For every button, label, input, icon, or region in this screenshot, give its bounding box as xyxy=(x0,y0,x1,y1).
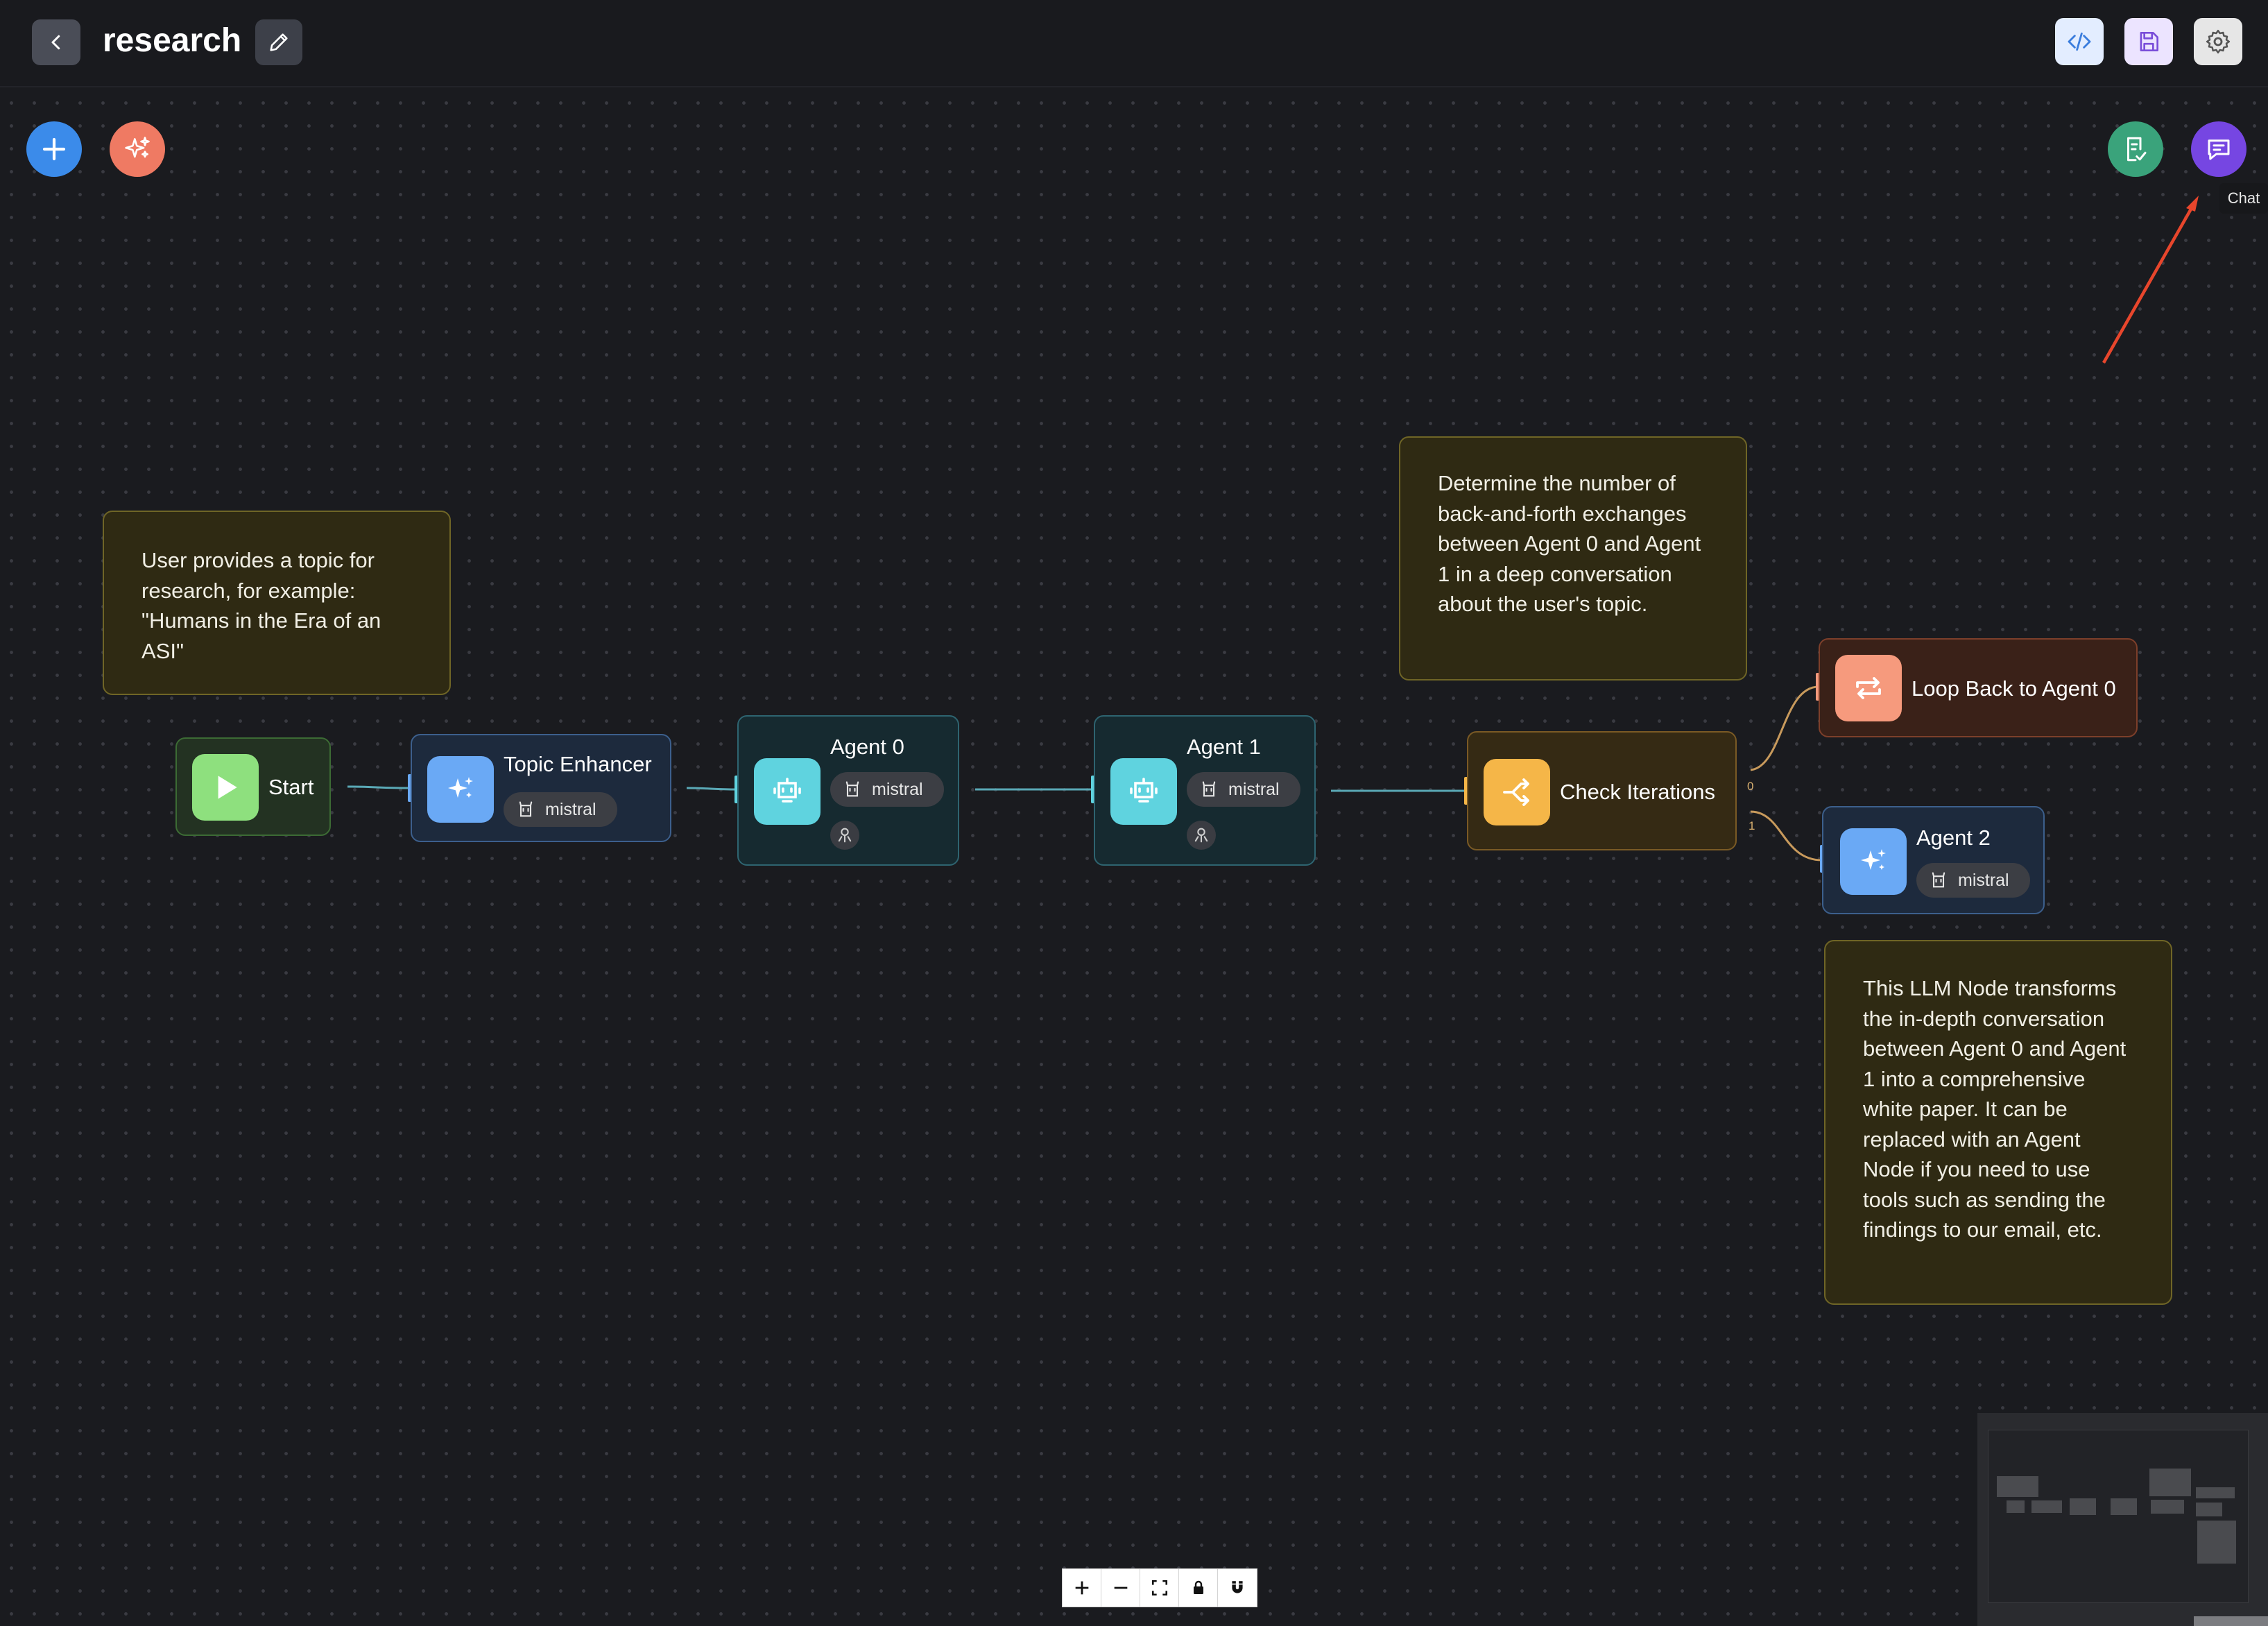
model-pill: mistral xyxy=(1916,863,2030,898)
agent-node-icon xyxy=(1110,758,1177,825)
node-check-iterations[interactable]: Check Iterations xyxy=(1467,731,1737,850)
minimap-node xyxy=(1997,1476,2038,1497)
minimap-node xyxy=(2111,1498,2137,1515)
node-start[interactable]: Start xyxy=(175,737,331,836)
node-title: Agent 2 xyxy=(1916,825,1991,850)
minimap-node xyxy=(2007,1500,2025,1513)
node-title: Agent 0 xyxy=(830,735,904,759)
loop-node-icon xyxy=(1835,655,1902,721)
play-icon xyxy=(218,776,237,799)
robot-icon xyxy=(516,800,535,819)
node-title: Agent 1 xyxy=(1187,735,1261,759)
note-text: User provides a topic for research, for … xyxy=(141,548,381,663)
note-iterations[interactable]: Determine the number of back-and-forth e… xyxy=(1399,436,1747,681)
condition-node-icon xyxy=(1484,759,1550,825)
zoom-controls xyxy=(1062,1568,1257,1607)
node-agent0[interactable]: Agent 0 mistral xyxy=(737,715,959,866)
branch-label-0: 0 xyxy=(1747,780,1754,793)
fit-view-icon xyxy=(1151,1580,1167,1596)
minimap-scroll-indicator xyxy=(2194,1616,2268,1626)
node-agent2[interactable]: Agent 2 mistral xyxy=(1822,806,2045,914)
model-name: mistral xyxy=(545,799,596,819)
robot-icon xyxy=(843,780,862,799)
model-name: mistral xyxy=(1958,870,2009,890)
model-name: mistral xyxy=(1228,779,1280,799)
llm-node-icon xyxy=(1840,828,1907,895)
plus-icon xyxy=(1075,1581,1088,1595)
note-text: This LLM Node transforms the in-depth co… xyxy=(1863,976,2127,1242)
minimap-node xyxy=(2151,1500,2184,1514)
minimap-node xyxy=(2196,1487,2235,1498)
start-node-icon xyxy=(192,754,259,821)
split-icon xyxy=(1503,778,1529,806)
fit-view-button[interactable] xyxy=(1140,1569,1179,1607)
zoom-out-button[interactable] xyxy=(1101,1569,1140,1607)
node-loop-back[interactable]: Loop Back to Agent 0 xyxy=(1819,638,2138,737)
node-title: Start xyxy=(268,775,314,799)
node-title: Check Iterations xyxy=(1560,780,1715,804)
webhook-icon xyxy=(838,828,852,843)
minus-icon xyxy=(1114,1586,1127,1589)
edge-start-topic xyxy=(347,785,411,789)
sparkle-icon xyxy=(1861,849,1886,870)
tool-badge xyxy=(1187,821,1216,850)
node-title: Topic Enhancer xyxy=(504,752,652,776)
annotation-arrow xyxy=(2102,204,2194,364)
node-title: Loop Back to Agent 0 xyxy=(1912,676,2116,701)
robot-icon xyxy=(1130,778,1158,803)
minimap-node xyxy=(2031,1500,2062,1513)
edge-check-loop xyxy=(1750,685,1819,771)
note-topic[interactable]: User provides a topic for research, for … xyxy=(103,511,451,695)
robot-icon xyxy=(1199,780,1219,799)
note-llm[interactable]: This LLM Node transforms the in-depth co… xyxy=(1824,940,2172,1305)
minimap-viewport xyxy=(1988,1430,2249,1603)
repeat-icon xyxy=(1856,677,1881,699)
magnet-icon xyxy=(1232,1581,1243,1593)
minimap-node xyxy=(2070,1498,2096,1515)
tool-badge xyxy=(830,821,859,850)
agent-node-icon xyxy=(754,758,821,825)
node-topic-enhancer[interactable]: Topic Enhancer mistral xyxy=(411,734,671,842)
branch-label-1: 1 xyxy=(1749,819,1755,832)
llm-node-icon xyxy=(427,756,494,823)
note-text: Determine the number of back-and-forth e… xyxy=(1438,471,1701,616)
model-pill: mistral xyxy=(1187,772,1300,807)
model-pill: mistral xyxy=(504,792,617,827)
sparkle-icon xyxy=(448,777,473,798)
model-pill: mistral xyxy=(830,772,944,807)
robot-icon xyxy=(773,778,801,803)
lock-icon xyxy=(1193,1580,1203,1594)
minimap-node xyxy=(2197,1521,2236,1564)
lock-button[interactable] xyxy=(1179,1569,1218,1607)
snap-button[interactable] xyxy=(1218,1569,1257,1607)
edge-check-agent2 xyxy=(1750,810,1823,862)
minimap-node xyxy=(2149,1469,2191,1496)
robot-icon xyxy=(1929,871,1948,890)
zoom-in-button[interactable] xyxy=(1063,1569,1101,1607)
webhook-icon xyxy=(1194,828,1208,843)
node-agent1[interactable]: Agent 1 mistral xyxy=(1094,715,1316,866)
model-name: mistral xyxy=(872,779,923,799)
edge-topic-agent0 xyxy=(686,787,738,791)
minimap-node xyxy=(2196,1503,2222,1516)
